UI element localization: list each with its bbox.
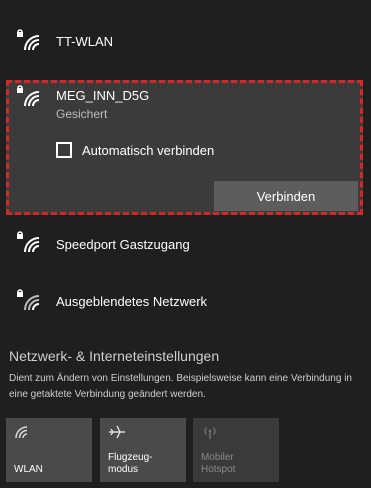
- wlan-toggle-tile[interactable]: WLAN: [6, 418, 92, 482]
- secured-wifi-icon: [16, 288, 46, 314]
- airplane-label-line2: modus: [108, 464, 139, 475]
- auto-connect-label: Automatisch verbinden: [82, 143, 215, 158]
- network-name: Ausgeblendetes Netzwerk: [56, 294, 208, 309]
- network-status: Gesichert: [56, 107, 108, 121]
- network-item-tt-wlan[interactable]: TT-WLAN: [0, 24, 371, 60]
- mobile-hotspot-tile[interactable]: Mobiler Hotspot: [193, 418, 279, 482]
- network-name: TT-WLAN: [56, 34, 114, 49]
- network-item-speedport[interactable]: Speedport Gastzugang: [0, 226, 371, 262]
- airplane-label-line1: Flugzeug-: [108, 452, 153, 463]
- secured-wifi-icon: [16, 84, 46, 110]
- secured-wifi-icon: [16, 230, 46, 256]
- airplane-mode-tile[interactable]: Flugzeug- modus: [100, 418, 186, 482]
- airplane-icon: [108, 424, 126, 440]
- connect-button[interactable]: Verbinden: [214, 181, 358, 211]
- network-name: Speedport Gastzugang: [56, 237, 190, 252]
- hotspot-icon: [201, 424, 219, 440]
- wifi-icon: [14, 424, 32, 440]
- network-settings-link[interactable]: Netzwerk- & Interneteinstellungen: [9, 348, 219, 364]
- wlan-label: WLAN: [14, 464, 43, 475]
- hotspot-label-line1: Mobiler: [201, 452, 234, 463]
- network-item-hidden[interactable]: Ausgeblendetes Netzwerk: [0, 284, 371, 320]
- hotspot-label-line2: Hotspot: [201, 464, 236, 475]
- network-name: MEG_INN_D5G: [56, 88, 150, 103]
- settings-description: Dient zum Ändern von Einstellungen. Beis…: [9, 373, 352, 400]
- auto-connect-checkbox[interactable]: [56, 142, 72, 158]
- secured-wifi-icon: [16, 28, 46, 54]
